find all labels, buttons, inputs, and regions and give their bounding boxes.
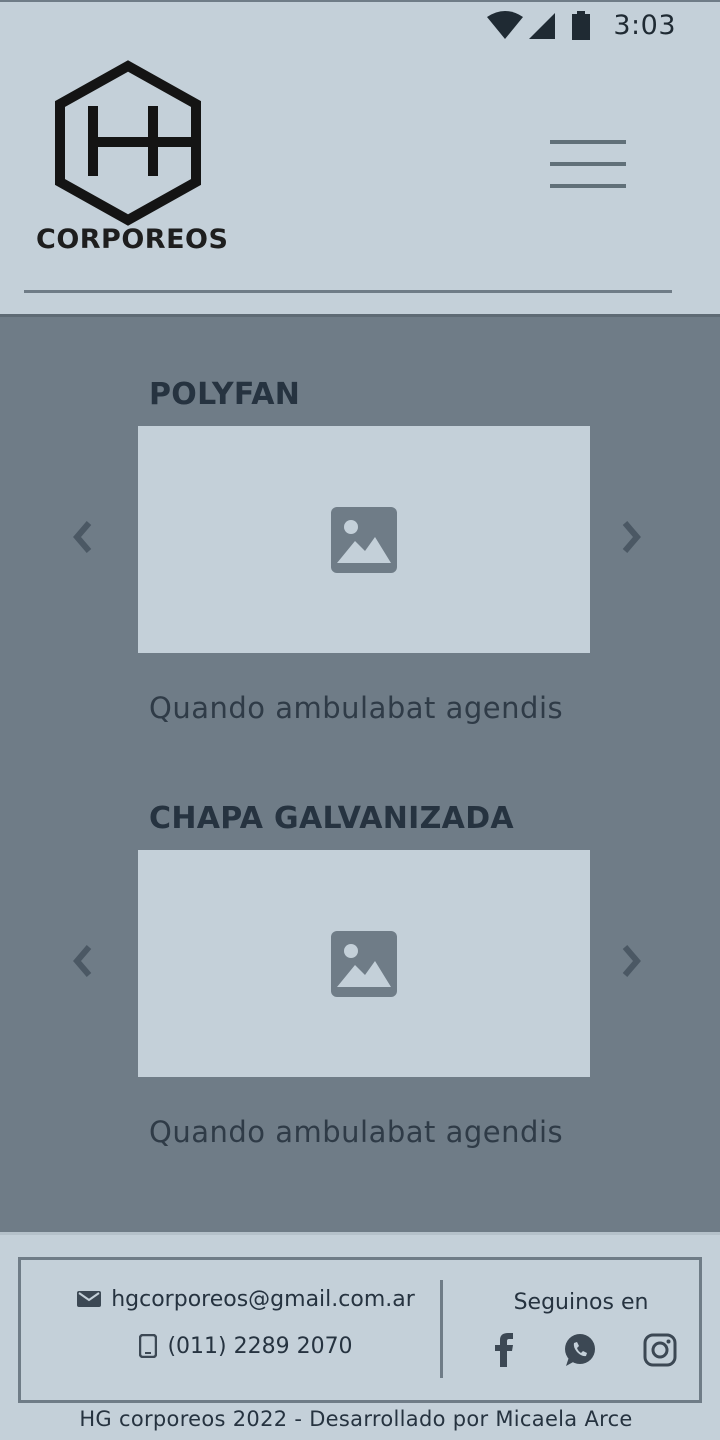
header-divider (24, 290, 672, 293)
facebook-icon[interactable] (491, 1333, 517, 1367)
carousel-prev-icon[interactable] (68, 517, 98, 557)
logo-text: CORPOREOS (36, 224, 229, 255)
carousel-next-icon[interactable] (616, 517, 646, 557)
copyright-text: HG corporeos 2022 - Desarrollado por Mic… (79, 1407, 633, 1431)
product-description: Quando ambulabat agendis (149, 1115, 564, 1149)
product-card: CHAPA GALVANIZADA Quando ambulabat agend… (0, 801, 720, 1191)
wifi-icon (487, 10, 524, 39)
battery-icon (572, 10, 591, 40)
status-icons: 3:03 (487, 10, 676, 41)
carousel-prev-icon[interactable] (68, 941, 98, 981)
product-card: POLYFAN Quando ambulabat agendis (0, 377, 720, 767)
contact-info: hgcorporeos@gmail.com.ar (011) 2289 2070 (53, 1282, 439, 1376)
mail-icon (77, 1289, 102, 1309)
image-placeholder-icon (331, 506, 397, 573)
hamburger-menu-icon[interactable] (550, 140, 626, 200)
product-description: Quando ambulabat agendis (149, 691, 564, 725)
footer-divider (440, 1280, 443, 1378)
site-footer: hgcorporeos@gmail.com.ar (011) 2289 2070… (0, 1232, 720, 1440)
status-time: 3:03 (613, 10, 676, 41)
product-list: POLYFAN Quando ambulabat agendis CHAPA G… (0, 314, 720, 1232)
email-row[interactable]: hgcorporeos@gmail.com.ar (53, 1282, 439, 1316)
product-title: POLYFAN (149, 377, 301, 412)
social-icons (481, 1333, 681, 1367)
status-bar: 3:03 (0, 0, 720, 48)
product-image (138, 426, 590, 653)
footer-box: hgcorporeos@gmail.com.ar (011) 2289 2070… (18, 1257, 702, 1403)
phone-row[interactable]: (011) 2289 2070 (53, 1329, 439, 1363)
product-image (138, 850, 590, 1077)
mobile-phone-icon (139, 1334, 158, 1358)
social-links: Seguinos en (481, 1290, 681, 1367)
whatsapp-icon[interactable] (563, 1333, 597, 1367)
signal-icon (529, 12, 556, 39)
site-header: CORPOREOS (0, 48, 720, 314)
image-placeholder-icon (331, 930, 397, 997)
social-title: Seguinos en (513, 1290, 649, 1315)
phone-text[interactable]: (011) 2289 2070 (167, 1334, 352, 1359)
carousel-next-icon[interactable] (616, 941, 646, 981)
instagram-icon[interactable] (643, 1333, 677, 1367)
product-title: CHAPA GALVANIZADA (149, 801, 514, 836)
email-text[interactable]: hgcorporeos@gmail.com.ar (111, 1287, 415, 1312)
